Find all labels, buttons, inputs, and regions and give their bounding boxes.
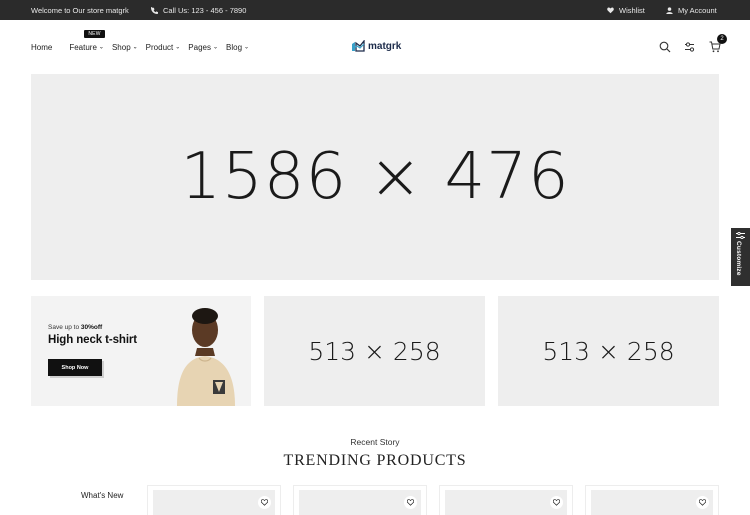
placeholder-text: 513 × 258 <box>542 336 675 366</box>
phone-contact[interactable]: Call Us: 123 - 456 - 7890 <box>151 6 246 15</box>
section-title: TRENDING PRODUCTS <box>283 452 467 469</box>
promo-discount-text: Save up to 30%off <box>48 324 102 331</box>
product-image <box>591 490 713 515</box>
welcome-text: Welcome to Our store matgrk <box>31 6 129 15</box>
promo-headline: High neck t-shirt <box>48 334 138 346</box>
compare-icon[interactable] <box>684 40 696 52</box>
promo-banner[interactable]: Save up to 30%off High neck t-shirt Shop… <box>31 296 251 406</box>
heart-icon <box>607 7 614 14</box>
nav-item-product[interactable]: Product ⌄ <box>146 43 181 52</box>
nav-item-feature[interactable]: NEW Feature ⌄ <box>69 30 105 52</box>
logo-icon <box>352 40 365 52</box>
product-card[interactable] <box>147 485 281 515</box>
section-subtitle: Recent Story <box>350 437 400 447</box>
placeholder-text: 513 × 258 <box>308 336 441 366</box>
user-icon <box>666 7 673 14</box>
banner-placeholder[interactable]: 513 × 258 <box>264 296 485 406</box>
tab-whats-new[interactable]: What's New <box>81 491 123 500</box>
promo-save-prefix: Save up to <box>48 324 81 331</box>
customize-label: Customize <box>735 241 742 276</box>
logo-text: matgrk <box>368 40 402 52</box>
banner-placeholder[interactable]: 513 × 258 <box>498 296 719 406</box>
main-header: Home NEW Feature ⌄ Shop ⌄ Product ⌄ Page… <box>0 20 750 74</box>
nav-label: Blog <box>226 43 243 52</box>
nav-label: Shop <box>111 43 131 52</box>
product-card[interactable] <box>439 485 573 515</box>
model-image <box>159 296 251 406</box>
cart-icon[interactable]: 2 <box>709 34 727 53</box>
sliders-icon <box>736 232 745 239</box>
main-nav: Home NEW Feature ⌄ Shop ⌄ Product ⌄ Page… <box>31 30 249 52</box>
nav-item-blog[interactable]: Blog ⌄ <box>226 43 249 52</box>
nav-item-pages[interactable]: Pages ⌄ <box>188 43 218 52</box>
new-badge: NEW <box>84 30 105 38</box>
header-actions: 2 <box>659 34 727 53</box>
phone-icon <box>151 7 158 14</box>
chevron-down-icon: ⌄ <box>244 44 250 50</box>
hero-banner[interactable]: 1586 × 476 <box>31 74 719 280</box>
phone-text: Call Us: 123 - 456 - 7890 <box>163 6 247 15</box>
nav-label: Pages <box>188 43 211 52</box>
nav-label: Feature <box>69 43 97 52</box>
hero-placeholder-text: 1586 × 476 <box>180 140 570 214</box>
wishlist-link[interactable]: Wishlist <box>607 6 645 15</box>
product-image <box>299 490 421 515</box>
my-account-link[interactable]: My Account <box>666 6 717 15</box>
chevron-down-icon: ⌄ <box>98 44 104 50</box>
shop-now-button[interactable]: Shop Now <box>48 359 102 376</box>
cart-count-badge: 2 <box>717 34 727 44</box>
nav-item-shop[interactable]: Shop ⌄ <box>112 43 138 52</box>
nav-label: Product <box>145 43 174 52</box>
product-image <box>445 490 567 515</box>
wishlist-label: Wishlist <box>619 6 645 15</box>
top-bar: Welcome to Our store matgrk Call Us: 123… <box>0 0 750 20</box>
customize-tab[interactable]: Customize <box>731 228 750 286</box>
nav-label: Home <box>31 43 53 52</box>
product-card[interactable] <box>293 485 427 515</box>
search-icon[interactable] <box>659 40 671 53</box>
wishlist-heart-icon[interactable] <box>258 496 271 509</box>
wishlist-heart-icon[interactable] <box>696 496 709 509</box>
chevron-down-icon: ⌄ <box>132 44 138 50</box>
chevron-down-icon: ⌄ <box>212 44 218 50</box>
my-account-label: My Account <box>678 6 717 15</box>
product-image <box>153 490 275 515</box>
wishlist-heart-icon[interactable] <box>550 496 563 509</box>
nav-item-home[interactable]: Home <box>31 43 52 52</box>
product-card[interactable] <box>585 485 719 515</box>
chevron-down-icon: ⌄ <box>175 44 181 50</box>
wishlist-heart-icon[interactable] <box>404 496 417 509</box>
site-logo[interactable]: matgrk <box>351 40 401 52</box>
promo-save-value: 30%off <box>80 324 103 331</box>
